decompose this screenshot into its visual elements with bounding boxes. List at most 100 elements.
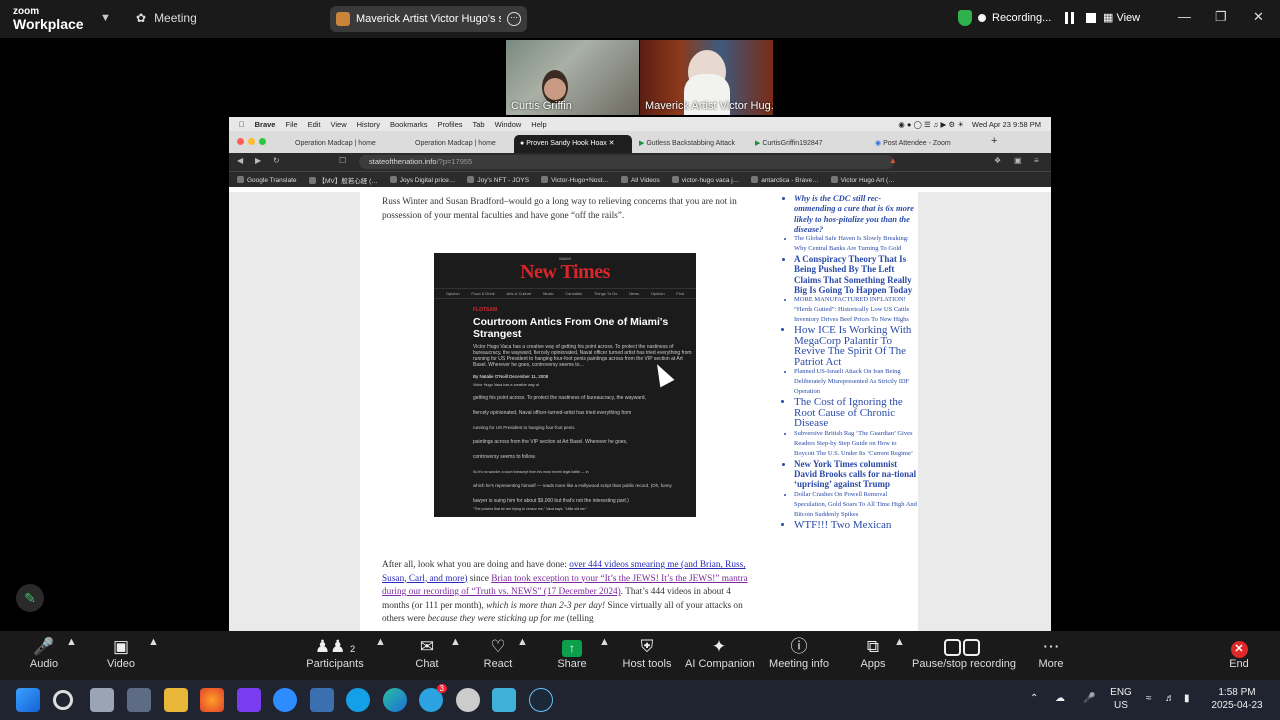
minimize-dot-icon[interactable] (248, 138, 255, 145)
share-caret[interactable]: ▲ (599, 636, 610, 648)
bookmark-item[interactable]: 【MV】般若心経 (… (309, 175, 378, 185)
more-button[interactable]: ⋯ More (1036, 636, 1066, 670)
ai-companion-button[interactable]: ✦ AI Companion (685, 636, 755, 670)
mac-menu-item[interactable]: Tab (473, 120, 485, 129)
bookmark-item[interactable]: antarctica - Brave… (751, 176, 818, 184)
sidebar-headline-link[interactable]: Subversive British Rag ‘The Guardian’ Gi… (794, 429, 917, 459)
telegram-icon[interactable]: 3 (419, 684, 447, 712)
file-explorer-icon[interactable] (164, 688, 188, 712)
view-menu[interactable]: ▦ View (1103, 11, 1140, 24)
video-button[interactable]: ▣ Video (104, 636, 138, 670)
zoom-dot-icon[interactable] (259, 138, 266, 145)
steam-icon[interactable] (529, 688, 553, 712)
bookmark-item[interactable]: Victor-Hugo+Nost… (541, 176, 609, 184)
mac-menu-item[interactable]: Help (531, 120, 546, 129)
apps-caret[interactable]: ▲ (894, 636, 905, 648)
cloud-icon[interactable]: ☁ (1055, 692, 1065, 705)
battery-icon[interactable]: ▮ (1184, 692, 1190, 705)
audio-options-caret[interactable]: ▲ (66, 636, 77, 648)
reload-icon[interactable]: ↻ (273, 156, 280, 165)
video-options-caret[interactable]: ▲ (148, 636, 159, 648)
forward-icon[interactable]: ▶ (255, 156, 261, 165)
react-button[interactable]: ♡ React (483, 636, 513, 670)
sidebar-headline-link[interactable]: MORE MANUFACTURED INFLATION! “Herds Gutt… (794, 295, 917, 325)
mac-menu-item[interactable]: Window (495, 120, 522, 129)
wifi-icon[interactable]: ≈ (1146, 692, 1152, 705)
brave-shield-icon[interactable]: ▲ (889, 156, 897, 165)
pause-stop-recording-button[interactable]: Pause/stop recording (912, 636, 1016, 670)
address-bar[interactable]: stateofthenation.info/?p=17955 (359, 155, 894, 169)
browser-tab[interactable]: ▶ Gutless Backstabbing Attack (633, 135, 747, 153)
search-icon[interactable] (53, 690, 73, 710)
meeting-menu[interactable]: ✿ Meeting (136, 11, 197, 25)
zoom-app-icon[interactable] (273, 688, 297, 712)
stop-recording-button[interactable] (1086, 13, 1097, 23)
browser-tab-active[interactable]: ● Proven Sandy Hook Hoax ✕ (514, 135, 632, 153)
clock[interactable]: 1:58 PM 2025-04-23 (1208, 686, 1266, 712)
task-view-icon[interactable] (90, 688, 114, 712)
pause-recording-button[interactable] (1065, 12, 1075, 24)
photos-icon[interactable] (310, 688, 334, 712)
annotate-pen-icon[interactable]: ✎ (16, 584, 44, 612)
chrome-icon[interactable] (456, 688, 480, 712)
notepad-icon[interactable] (492, 688, 516, 712)
chevron-up-icon[interactable]: ⌃ (1030, 692, 1038, 705)
mac-menu-item[interactable]: Bookmarks (390, 120, 428, 129)
minimize-icon[interactable]: — (1178, 9, 1191, 24)
microphone-icon[interactable]: 🎤 (1083, 692, 1095, 705)
chevron-down-icon[interactable]: ▼ (100, 12, 111, 24)
close-dot-icon[interactable] (237, 138, 244, 145)
mac-menu-item[interactable]: Edit (308, 120, 321, 129)
mac-menu-item[interactable]: History (357, 120, 380, 129)
apps-button[interactable]: ⧉ Apps (858, 636, 888, 670)
back-icon[interactable]: ◀ (237, 156, 243, 165)
browser-tab[interactable]: Operation Madcap | home (289, 135, 409, 153)
bookmark-item[interactable]: Victor Hugo Art (… (831, 176, 895, 184)
participants-caret[interactable]: ▲ (375, 636, 386, 648)
bookmark-item[interactable]: Google Translate (237, 176, 297, 184)
chat-caret[interactable]: ▲ (450, 636, 461, 648)
meeting-info-button[interactable]: ⓘ Meeting info (768, 636, 830, 670)
skype-icon[interactable] (346, 688, 370, 712)
restore-icon[interactable]: ❐ (1215, 9, 1227, 25)
language-indicator[interactable]: ENG US (1108, 686, 1134, 712)
participants-button[interactable]: ♟♟ 2 Participants (306, 636, 364, 670)
browser-tab[interactable]: ▶ CurtisGriffin192847 (749, 135, 864, 153)
chat-button[interactable]: ✉ Chat (412, 636, 442, 670)
sidebar-headline-link[interactable]: How ICE Is Working With MegaCorp Palanti… (794, 325, 917, 368)
calculator-icon[interactable] (127, 688, 151, 712)
sidebar-headline-link[interactable]: A Conspiracy Theory That Is Being Pushed… (794, 254, 917, 295)
bookmark-item[interactable]: All Videos (621, 176, 660, 184)
start-icon[interactable] (16, 688, 40, 712)
bookmark-item[interactable]: victor-hugo vaca j… (672, 176, 739, 184)
host-tools-button[interactable]: ⛨ Host tools (622, 636, 672, 670)
sidebar-headline-link[interactable]: Why is the CDC still rec-ommending a cur… (794, 193, 917, 234)
sidebar-headline-link[interactable]: New York Times columnist David Brooks ca… (794, 459, 917, 490)
mac-menu-item[interactable]: Profiles (438, 120, 463, 129)
volume-icon[interactable]: ♬ (1165, 692, 1175, 705)
bookmark-item[interactable]: Joy's NFT - JOYS (467, 176, 529, 184)
sidebar-headline-link[interactable]: The Cost of Ignoring the Root Cause of C… (794, 397, 917, 429)
react-caret[interactable]: ▲ (517, 636, 528, 648)
window-traffic-lights[interactable] (237, 138, 266, 145)
firefox-icon[interactable] (200, 688, 224, 712)
sidebar-icon[interactable]: ▣ (1014, 156, 1022, 165)
browser-tab[interactable]: ◉ Post Attendee - Zoom (869, 135, 984, 153)
edge-icon[interactable] (383, 688, 407, 712)
sidebar-headline-link[interactable]: The Global Safe Haven Is Slowly Breaking… (794, 234, 917, 254)
sidebar-headline-link[interactable]: Planned US-Israeli Attack On Iran Being … (794, 367, 917, 397)
sidebar-headline-link[interactable]: Dollar Crashes On Powell Removal Specula… (794, 490, 917, 520)
more-options-icon[interactable]: ⋯ (507, 12, 521, 26)
bookmark-item[interactable]: Joys Digital price… (390, 176, 456, 184)
end-button[interactable]: ✕ End (1225, 636, 1253, 670)
new-tab-button[interactable]: + (991, 135, 997, 147)
participant-video-tile[interactable]: Curtis Griffin (506, 40, 639, 115)
close-icon[interactable]: ✕ (1253, 9, 1264, 25)
share-button[interactable]: ↑ Share (556, 636, 588, 670)
browser-tab[interactable]: Operation Madcap | home (409, 135, 514, 153)
sidebar-headline-link[interactable]: WTF!!! Two Mexican (794, 520, 917, 531)
mac-menu-item[interactable]: View (331, 120, 347, 129)
extensions-icon[interactable]: ❖ (994, 156, 1001, 165)
mac-menu-item[interactable]: File (285, 120, 297, 129)
audio-button[interactable]: 🎤 Audio (28, 636, 60, 670)
